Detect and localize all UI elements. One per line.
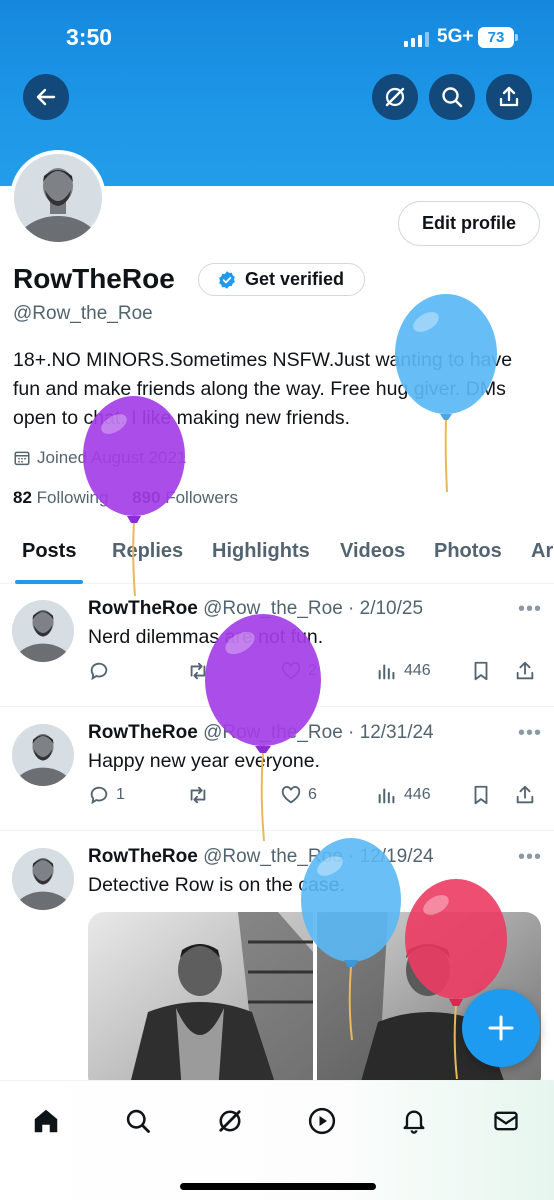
arrow-left-icon — [36, 88, 56, 106]
edit-profile-button[interactable]: Edit profile — [398, 201, 540, 246]
profile-avatar[interactable] — [10, 150, 106, 246]
following-count: 82 — [13, 488, 32, 507]
bookmark-button[interactable] — [470, 784, 492, 806]
more-options-icon[interactable]: ••• — [518, 846, 542, 869]
tab-posts[interactable]: Posts — [22, 540, 76, 563]
nav-search[interactable] — [118, 1101, 158, 1141]
grok-icon — [385, 87, 405, 107]
bookmark-icon — [474, 785, 488, 805]
tweet-avatar[interactable] — [12, 600, 74, 662]
more-options-icon[interactable]: ••• — [518, 722, 542, 745]
network-label: 5G+ — [437, 26, 474, 47]
nav-grok[interactable] — [210, 1101, 250, 1141]
tweet-author[interactable]: RowTheRoe — [88, 598, 198, 619]
mail-icon — [494, 1111, 518, 1131]
reply-button[interactable] — [88, 660, 110, 682]
home-indicator — [180, 1183, 376, 1190]
get-verified-button[interactable]: Get verified — [198, 263, 365, 296]
search-button[interactable] — [429, 74, 475, 120]
bookmark-button[interactable] — [470, 660, 492, 682]
tab-highlights[interactable]: Highlights — [212, 540, 310, 563]
tweet-author[interactable]: RowTheRoe — [88, 722, 198, 743]
views-button[interactable]: 446 — [376, 660, 431, 682]
reply-count: 1 — [116, 786, 125, 803]
avatar-image — [12, 848, 74, 910]
calendar-icon — [14, 451, 30, 466]
tab-articles[interactable]: Ar — [531, 540, 553, 563]
views-count: 446 — [404, 786, 431, 803]
play-icon — [308, 1107, 336, 1135]
status-bar: 3:50 5G+ 73 — [0, 22, 554, 54]
nav-home[interactable] — [26, 1101, 66, 1141]
bookmark-icon — [474, 661, 488, 681]
tweet-author[interactable]: RowTheRoe — [88, 846, 198, 867]
share-icon — [516, 785, 534, 804]
tweet-avatar[interactable] — [12, 848, 74, 910]
bell-icon — [403, 1110, 425, 1134]
tweet-avatar[interactable] — [12, 724, 74, 786]
compose-button[interactable] — [462, 989, 540, 1067]
status-time: 3:50 — [66, 24, 113, 50]
plus-icon — [488, 1015, 514, 1041]
search-icon — [442, 87, 463, 108]
avatar-image — [12, 724, 74, 786]
battery-icon: 73 — [478, 27, 518, 48]
search-icon — [126, 1109, 150, 1133]
avatar-image — [12, 600, 74, 662]
share-profile-button[interactable] — [486, 74, 532, 120]
tab-videos[interactable]: Videos — [340, 540, 405, 563]
reply-button[interactable]: 1 — [88, 784, 125, 806]
balloon-purple — [205, 614, 321, 842]
share-button[interactable] — [514, 784, 536, 806]
get-verified-label: Get verified — [245, 269, 345, 289]
views-icon — [378, 788, 395, 804]
reply-icon — [90, 786, 108, 805]
verified-badge-icon — [219, 270, 235, 289]
views-count: 446 — [404, 662, 431, 679]
signal-icon — [404, 32, 429, 47]
bottom-nav — [0, 1080, 554, 1200]
tab-photos[interactable]: Photos — [434, 540, 502, 563]
profile-handle: @Row_the_Roe — [13, 303, 153, 324]
home-icon — [34, 1109, 58, 1133]
views-icon — [378, 664, 395, 680]
avatar-image — [14, 154, 102, 242]
grok-icon — [219, 1110, 241, 1132]
share-icon — [499, 86, 519, 107]
balloon-blue — [395, 294, 497, 493]
nav-notifications[interactable] — [394, 1101, 434, 1141]
nav-videos[interactable] — [302, 1101, 342, 1141]
profile-name: RowTheRoe — [13, 263, 175, 294]
share-button[interactable] — [514, 660, 536, 682]
balloon-purple — [83, 396, 185, 597]
views-button[interactable]: 446 — [376, 784, 431, 806]
nav-messages[interactable] — [486, 1101, 526, 1141]
grok-button[interactable] — [372, 74, 418, 120]
back-button[interactable] — [23, 74, 69, 120]
share-icon — [516, 661, 534, 680]
reply-icon — [90, 662, 108, 681]
more-options-icon[interactable]: ••• — [518, 598, 542, 621]
balloon-blue — [301, 838, 401, 1041]
